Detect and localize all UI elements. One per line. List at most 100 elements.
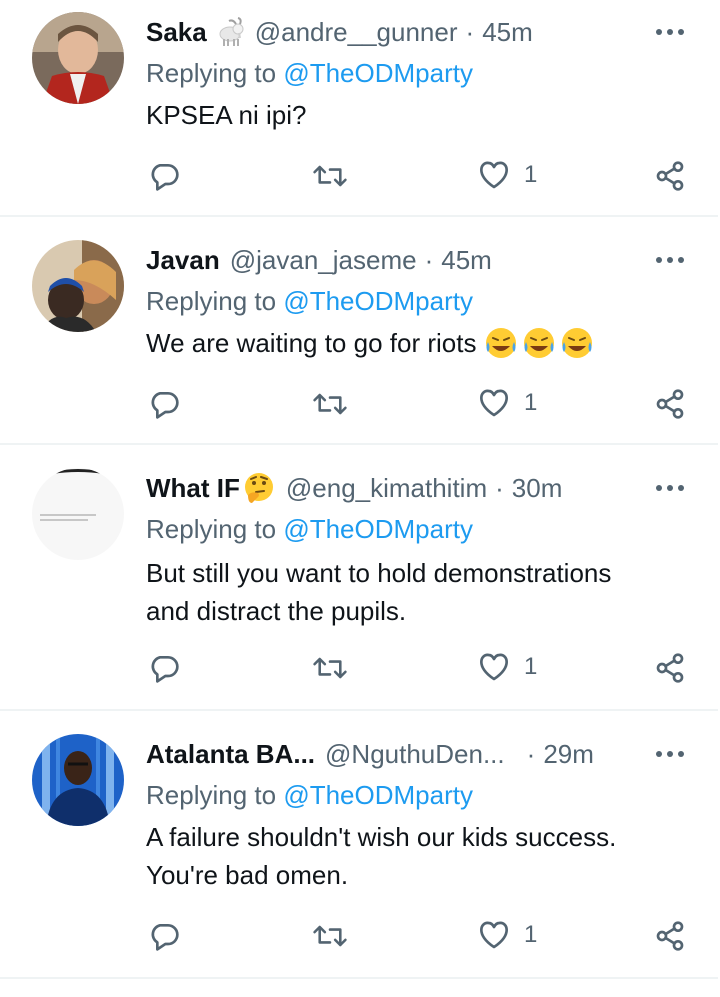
- tweet-divider: [0, 443, 718, 445]
- thinking-emoji-icon: [242, 471, 276, 505]
- user-handle[interactable]: @NguthuDen...: [325, 739, 505, 770]
- share-button[interactable]: [654, 160, 686, 192]
- mention-link[interactable]: @TheODMparty: [283, 514, 473, 544]
- share-button[interactable]: [654, 920, 686, 952]
- more-options-button[interactable]: [652, 736, 688, 772]
- mention-link[interactable]: @TheODMparty: [283, 58, 473, 88]
- more-icon: [656, 485, 684, 491]
- like-icon: [480, 161, 508, 189]
- more-options-button[interactable]: [652, 242, 688, 278]
- replying-to: Replying to @TheODMparty: [146, 58, 473, 89]
- timestamp[interactable]: 45m: [482, 17, 533, 48]
- replying-to-label: Replying to: [146, 286, 277, 316]
- display-name[interactable]: Saka: [146, 17, 207, 48]
- like-button[interactable]: 1: [478, 920, 537, 950]
- share-icon: [656, 389, 684, 419]
- avatar[interactable]: [32, 12, 124, 104]
- tweet-divider: [0, 215, 718, 217]
- retweet-icon: [313, 657, 347, 679]
- share-icon: [656, 653, 684, 683]
- separator-dot: ·: [526, 738, 536, 769]
- replying-to-label: Replying to: [146, 780, 277, 810]
- retweet-icon: [313, 393, 347, 415]
- tweet-text: A failure shouldn't wish our kids succes…: [146, 818, 686, 894]
- share-button[interactable]: [654, 652, 686, 684]
- separator-dot: ·: [495, 472, 504, 503]
- retweet-button[interactable]: [312, 160, 348, 192]
- like-count: 1: [524, 161, 538, 188]
- more-options-button[interactable]: [652, 470, 688, 506]
- timestamp[interactable]: 29m: [543, 739, 594, 770]
- tweet-text-line: You're bad omen.: [146, 860, 349, 890]
- reply-icon: [151, 164, 179, 191]
- timestamp[interactable]: 30m: [512, 473, 563, 504]
- like-button[interactable]: 1: [478, 652, 537, 682]
- tweet-text: We are waiting to go for riots: [146, 324, 686, 362]
- share-button[interactable]: [654, 388, 686, 420]
- tweet-divider: [0, 977, 718, 979]
- avatar[interactable]: [32, 240, 124, 332]
- tweet-saka[interactable]: Saka @andre__gunner · 45m Replying to @T…: [0, 0, 720, 216]
- retweet-icon: [313, 925, 347, 947]
- retweet-button[interactable]: [312, 920, 348, 952]
- tweet-divider: [0, 709, 718, 711]
- tweet-what-if[interactable]: What IF @eng_kimathitim · 30m Replying t…: [0, 456, 720, 710]
- replying-to: Replying to @TheODMparty: [146, 286, 473, 317]
- tweet-text-line: and distract the pupils.: [146, 596, 407, 626]
- replying-to-label: Replying to: [146, 514, 277, 544]
- like-icon: [480, 389, 508, 417]
- like-count: 1: [524, 389, 538, 416]
- more-icon: [656, 257, 684, 263]
- more-icon: [656, 29, 684, 35]
- display-name[interactable]: What IF: [146, 473, 240, 504]
- reply-icon: [151, 392, 179, 419]
- avatar[interactable]: [32, 468, 124, 560]
- laughing-emoji-icon: [484, 326, 596, 360]
- reply-icon: [151, 924, 179, 951]
- more-icon: [656, 751, 684, 757]
- mention-link[interactable]: @TheODMparty: [283, 780, 473, 810]
- reply-button[interactable]: [148, 920, 180, 952]
- retweet-icon: [313, 165, 347, 187]
- reply-button[interactable]: [148, 160, 180, 192]
- like-button[interactable]: 1: [478, 160, 537, 190]
- share-icon: [656, 161, 684, 191]
- retweet-button[interactable]: [312, 652, 348, 684]
- timestamp[interactable]: 45m: [441, 245, 492, 276]
- mention-link[interactable]: @TheODMparty: [283, 286, 473, 316]
- tweet-header: Atalanta BA... @NguthuDen... · 29m: [146, 736, 650, 772]
- display-name[interactable]: Javan: [146, 245, 220, 276]
- display-name[interactable]: Atalanta BA...: [146, 739, 315, 770]
- tweet-text-line: A failure shouldn't wish our kids succes…: [146, 822, 617, 852]
- replying-to: Replying to @TheODMparty: [146, 780, 473, 811]
- retweet-button[interactable]: [312, 388, 348, 420]
- tweet-text: KPSEA ni ipi?: [146, 100, 307, 130]
- like-icon: [480, 653, 508, 681]
- tweet-javan[interactable]: Javan @javan_jaseme · 45m Replying to @T…: [0, 228, 720, 444]
- like-count: 1: [524, 921, 538, 948]
- tweet-text-content: We are waiting to go for riots: [146, 328, 477, 358]
- tweet-header: Javan @javan_jaseme · 45m: [146, 242, 650, 278]
- more-options-button[interactable]: [652, 14, 688, 50]
- separator-dot: ·: [465, 16, 475, 47]
- reply-icon: [151, 656, 179, 683]
- user-handle[interactable]: @javan_jaseme: [230, 245, 417, 276]
- replying-to-label: Replying to: [146, 58, 277, 88]
- reply-button[interactable]: [148, 652, 180, 684]
- tweet-header: Saka @andre__gunner · 45m: [146, 14, 650, 50]
- like-count: 1: [524, 653, 538, 680]
- like-icon: [480, 921, 508, 949]
- share-icon: [656, 921, 684, 951]
- tweet-header: What IF @eng_kimathitim · 30m: [146, 470, 650, 506]
- like-button[interactable]: 1: [478, 388, 537, 418]
- goat-emoji-icon: [213, 17, 245, 47]
- tweet-text: But still you want to hold demonstration…: [146, 554, 686, 630]
- tweet-atalanta[interactable]: Atalanta BA... @NguthuDen... · 29m Reply…: [0, 722, 720, 978]
- separator-dot: ·: [424, 244, 434, 275]
- user-handle[interactable]: @andre__gunner: [255, 17, 458, 48]
- avatar[interactable]: [32, 734, 124, 826]
- reply-button[interactable]: [148, 388, 180, 420]
- replying-to: Replying to @TheODMparty: [146, 514, 473, 545]
- tweet-text-line: But still you want to hold demonstration…: [146, 558, 612, 588]
- user-handle[interactable]: @eng_kimathitim: [286, 473, 487, 504]
